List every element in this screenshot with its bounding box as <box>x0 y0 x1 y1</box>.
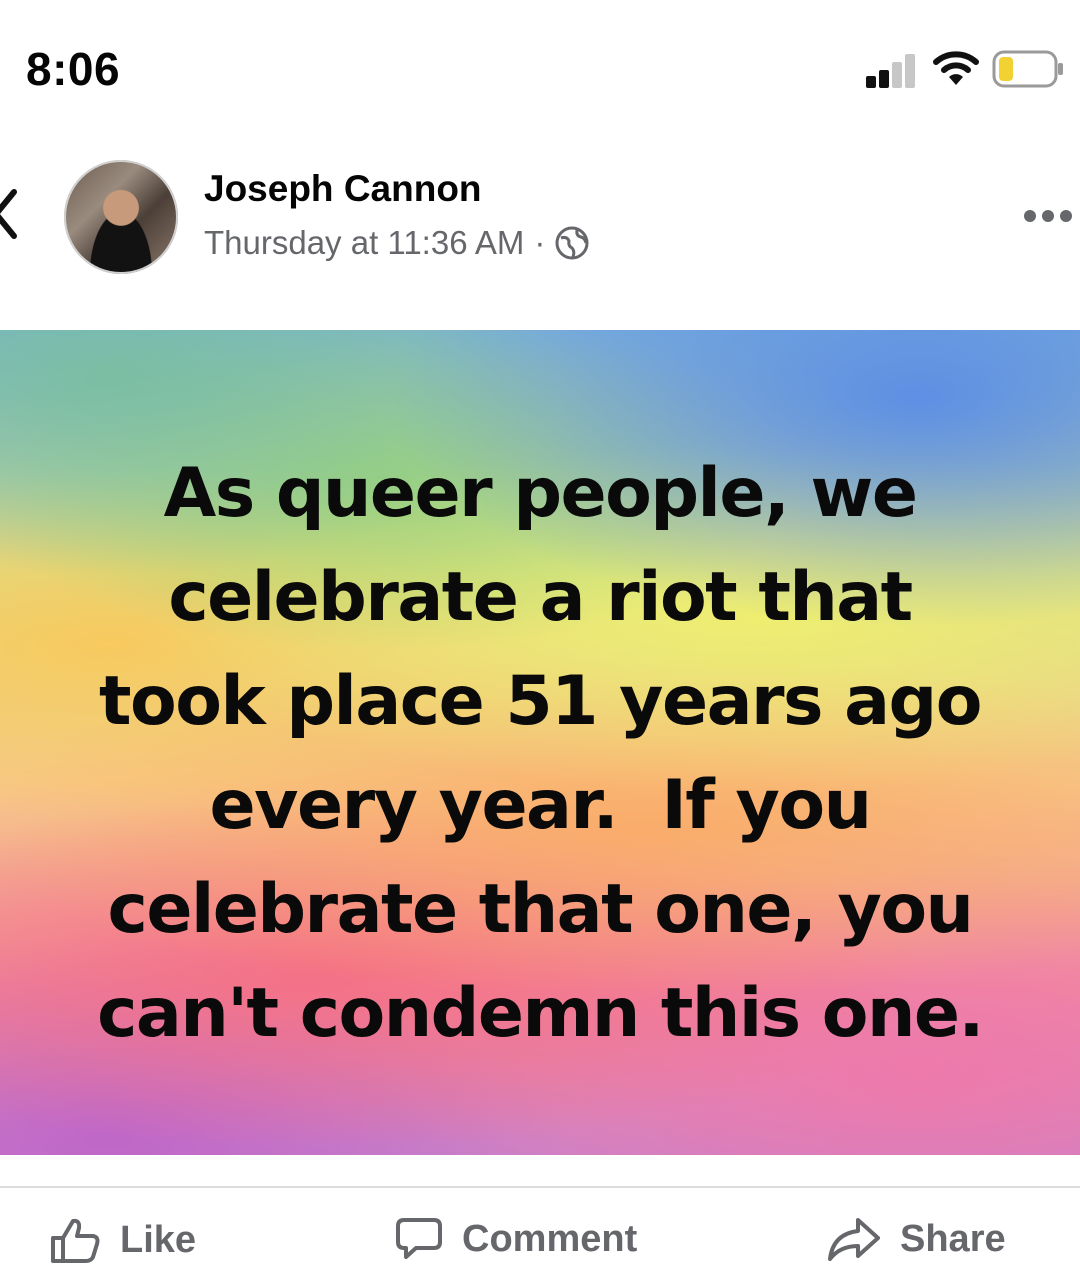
author-name[interactable]: Joseph Cannon <box>204 168 482 210</box>
share-label: Share <box>900 1217 1006 1260</box>
post-image-text: As queer people, we celebrate a riot tha… <box>0 442 1080 1066</box>
status-bar: 8:06 <box>0 0 1080 140</box>
share-button[interactable]: Share <box>826 1216 1006 1262</box>
battery-icon <box>992 50 1063 88</box>
post-meta: Thursday at 11:36 AM · <box>204 224 589 262</box>
more-dots-icon[interactable] <box>1024 208 1074 226</box>
like-button[interactable]: Like <box>50 1216 196 1264</box>
comment-button[interactable]: Comment <box>394 1216 637 1262</box>
like-label: Like <box>120 1218 197 1261</box>
post-text-line: can't condemn this one. <box>97 974 984 1053</box>
meta-separator: · <box>534 224 546 261</box>
post-actions-bar: Like Comment Share <box>0 1190 1080 1263</box>
share-arrow-icon <box>828 1218 880 1261</box>
speech-bubble-icon <box>396 1218 442 1259</box>
status-time: 8:06 <box>26 43 121 95</box>
post-text-line: celebrate a riot that <box>168 558 913 637</box>
wifi-icon <box>933 51 979 85</box>
post-timestamp[interactable]: Thursday at 11:36 AM <box>204 224 524 262</box>
post-text-line: every year. If you <box>209 766 872 845</box>
post-text-line: took place 51 years ago <box>99 662 982 741</box>
chevron-left-icon[interactable] <box>0 186 18 242</box>
comment-label: Comment <box>462 1217 638 1260</box>
globe-icon <box>555 226 589 260</box>
author-avatar[interactable] <box>64 160 178 274</box>
post-text-background[interactable]: As queer people, we celebrate a riot tha… <box>0 330 1080 1155</box>
thumbs-up-icon <box>51 1218 100 1263</box>
post-text-line: As queer people, we <box>163 454 918 533</box>
cellular-signal-icon <box>866 54 918 88</box>
actions-divider <box>0 1186 1080 1188</box>
post-text-line: celebrate that one, you <box>107 870 974 949</box>
